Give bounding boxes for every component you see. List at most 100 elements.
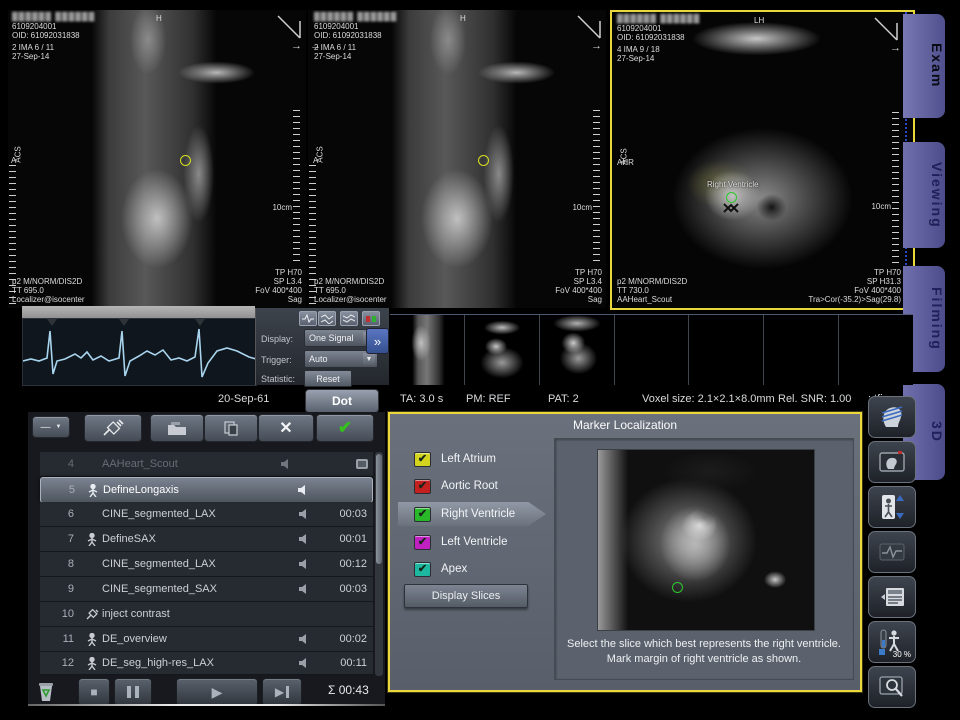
dialog-instructions: Select the slice which best represents t…: [559, 637, 849, 667]
marker-checkbox-1[interactable]: ✔: [414, 479, 431, 494]
protocol-name: DE_seg_high-res_LAX: [102, 657, 281, 669]
pan-arrow-left-icon[interactable]: →: [310, 42, 321, 51]
image-params-2: TT 695.0: [12, 286, 44, 295]
copy-protocol-button[interactable]: [204, 414, 258, 442]
open-folder-button[interactable]: [150, 414, 204, 442]
instruction-line-1: Select the slice which best represents t…: [559, 637, 849, 652]
one-signal-icon-button[interactable]: [299, 311, 317, 326]
display-label: Display:: [261, 334, 293, 344]
tab-exam[interactable]: Exam: [903, 14, 945, 118]
marker-checkbox-0[interactable]: ✔: [414, 452, 431, 467]
marker-crosshair-icon: [722, 202, 740, 214]
scrollbar-thumb[interactable]: [376, 454, 382, 564]
display-value: One Signal: [309, 333, 354, 343]
protocol-list-button[interactable]: [868, 576, 916, 618]
patient-reposition-button[interactable]: [868, 486, 916, 528]
slice-position-button[interactable]: [868, 396, 916, 438]
stop-button[interactable]: ■: [78, 678, 110, 706]
pause-button[interactable]: [114, 678, 152, 706]
trigger-label: Trigger:: [261, 355, 292, 365]
protocol-name: CINE_segmented_LAX: [102, 558, 281, 570]
user-interaction-icon: [87, 533, 97, 546]
magnifier-window-icon: [878, 675, 906, 699]
image-params-2: TT 730.0: [617, 286, 649, 295]
protocol-row[interactable]: 10 inject contrast: [40, 602, 373, 627]
thumbnail-coronal[interactable]: [465, 315, 540, 385]
thumbnail-short-axis[interactable]: [540, 315, 615, 385]
row-number: 12: [40, 657, 74, 669]
fov-value: FoV 400*400: [555, 286, 602, 295]
skip-to-end-button[interactable]: ▶: [262, 678, 302, 706]
viewport-sagittal-1[interactable]: ██████ ██████ 6109204001 OID: 6109203183…: [8, 10, 306, 308]
protocol-row[interactable]: 7 DefineSAX 00:01: [40, 527, 373, 552]
image-display-button[interactable]: [868, 441, 916, 483]
pan-arrow-icon[interactable]: →: [591, 42, 602, 51]
isocenter-marker[interactable]: [180, 155, 191, 166]
speaker-icon: [280, 459, 293, 469]
sar-level-button[interactable]: 30 %: [868, 621, 916, 663]
display-slices-button[interactable]: Display Slices: [404, 584, 528, 608]
orientation-bottom: AHR: [617, 158, 634, 167]
marker-apex[interactable]: ✔ Apex: [414, 558, 467, 580]
marker-localization-dialog: Marker Localization ✔ Left Atrium ✔ Aort…: [388, 412, 862, 692]
cancel-button[interactable]: ✕: [258, 414, 314, 442]
recycle-bin-button[interactable]: [32, 678, 60, 704]
inject-contrast-button[interactable]: [84, 414, 142, 442]
protocol-row[interactable]: 12 DE_seg_high-res_LAX 00:11: [40, 652, 373, 675]
marker-right-ventricle[interactable]: ✔ Right Ventricle: [414, 503, 515, 525]
protocol-queue-panel: —▼ ✕ ✔ 4 AAHeart_Scout 5 DefineLongaxis: [28, 412, 385, 706]
protocol-row[interactable]: 8 CINE_segmented_LAX 00:12: [40, 552, 373, 577]
protocol-row-selected[interactable]: 5 DefineLongaxis: [40, 477, 373, 503]
expand-panel-button[interactable]: »: [366, 328, 389, 354]
check-icon: ✔: [338, 418, 352, 438]
pat-value: PAT: 2: [548, 393, 579, 405]
marker-aortic-root[interactable]: ✔ Aortic Root: [414, 475, 498, 497]
three-signal-icon-button[interactable]: [340, 311, 358, 326]
skip-end-icon: ▶: [275, 685, 284, 699]
browse-images-button[interactable]: [868, 666, 916, 708]
image-params-1: p2 M/NORM/DIS2D: [12, 277, 82, 286]
marker-checkbox-3[interactable]: ✔: [414, 535, 431, 550]
statistic-label: Statistic:: [261, 374, 295, 384]
queue-options-combo[interactable]: —▼: [32, 416, 70, 438]
user-interaction-icon: [88, 484, 98, 497]
thumbnail-empty: [764, 315, 839, 385]
dot-button[interactable]: Dot: [305, 389, 379, 413]
protocol-scrollbar[interactable]: [375, 452, 383, 676]
head-slices-icon: [878, 403, 906, 431]
speaker-icon: [298, 534, 311, 544]
pan-arrow-icon[interactable]: →: [291, 42, 302, 51]
protocol-row[interactable]: 11 DE_overview 00:02: [40, 627, 373, 652]
marker-left-atrium[interactable]: ✔ Left Atrium: [414, 448, 496, 470]
stop-icon: ■: [90, 685, 97, 699]
marker-checkbox-2[interactable]: ✔: [414, 507, 431, 522]
marker-checkbox-4[interactable]: ✔: [414, 562, 431, 577]
plane-value: Sag: [288, 295, 302, 304]
protocol-row[interactable]: 9 CINE_segmented_SAX 00:03: [40, 577, 373, 602]
pan-arrow-icon[interactable]: →: [890, 44, 901, 53]
reset-button[interactable]: Reset: [304, 370, 352, 387]
confirm-button[interactable]: ✔: [316, 414, 374, 442]
corner-cut-icon: [276, 14, 302, 40]
marker-label: Left Atrium: [441, 453, 496, 465]
thumbnail-sagittal[interactable]: [390, 315, 465, 385]
two-signal-icon-button[interactable]: [318, 311, 336, 326]
isocenter-marker[interactable]: [478, 155, 489, 166]
user-interaction-icon: [87, 633, 97, 646]
marker-left-ventricle[interactable]: ✔ Left Ventricle: [414, 531, 507, 553]
physio-signal-button[interactable]: [868, 531, 916, 573]
protocol-duration: 00:03: [327, 508, 367, 520]
protocol-duration: 00:01: [327, 533, 367, 545]
signal-status-button[interactable]: [362, 311, 380, 326]
sp-value: SP H31.3: [867, 277, 901, 286]
tab-viewing[interactable]: Viewing: [903, 142, 945, 248]
plane-value: Sag: [588, 295, 602, 304]
marker-reference-image[interactable]: [597, 449, 815, 631]
ta-value: TA: 3.0 s: [400, 393, 443, 405]
viewport-sagittal-2[interactable]: ██████ ██████ 6109204001 OID: 6109203183…: [308, 10, 606, 308]
viewport-scout-selected[interactable]: ██████ ██████ 6109204001 OID: 6109203183…: [610, 10, 915, 310]
protocol-row[interactable]: 6 CINE_segmented_LAX 00:03: [40, 502, 373, 527]
play-button[interactable]: ▶: [176, 678, 258, 706]
protocol-row[interactable]: 4 AAHeart_Scout: [40, 452, 373, 477]
protocol-name: CINE_segmented_LAX: [102, 508, 281, 520]
